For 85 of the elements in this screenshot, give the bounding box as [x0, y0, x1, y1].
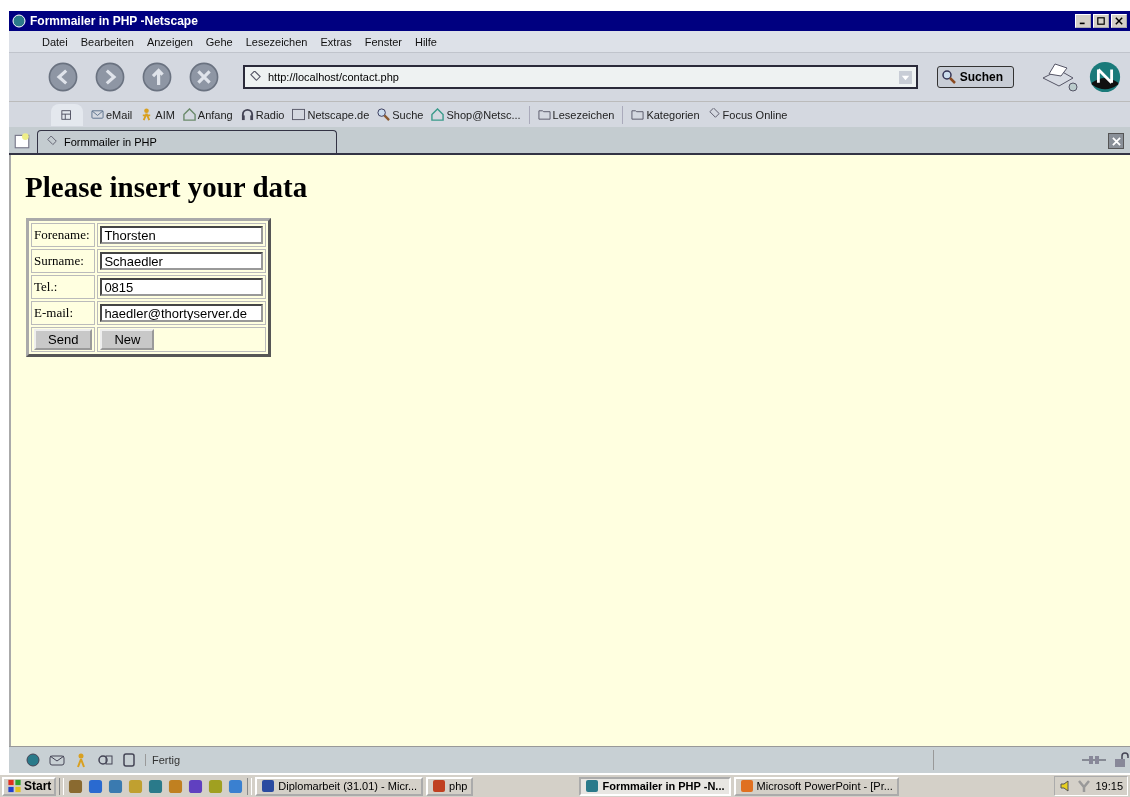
status-text: Fertig	[145, 754, 181, 766]
bookmark-item[interactable]: Focus Online	[707, 108, 788, 121]
close-tab-button[interactable]	[1108, 133, 1124, 149]
new-tab-icon[interactable]	[13, 132, 31, 150]
taskbar-button[interactable]: Microsoft PowerPoint - [Pr...	[733, 776, 899, 796]
bookmark-icon	[249, 70, 262, 84]
bookmark-item[interactable]: Shop@Netsc...	[431, 108, 521, 121]
app-icon	[739, 779, 754, 793]
bookmark-item[interactable]: AIM	[140, 108, 175, 121]
quick-launch-icon[interactable]	[168, 778, 184, 794]
mail-icon[interactable]	[49, 752, 65, 768]
app-icon	[261, 779, 276, 793]
bookmark-item[interactable]: Radio	[240, 108, 285, 121]
clock: 19:15	[1095, 780, 1123, 792]
form-button[interactable]: New	[100, 329, 155, 350]
envelope-icon	[91, 108, 104, 121]
input-field[interactable]: Thorsten	[100, 226, 264, 244]
globe-icon	[12, 14, 26, 28]
window-title: Formmailer in PHP -Netscape	[30, 14, 198, 28]
page-icon[interactable]	[121, 752, 137, 768]
search-icon	[377, 108, 391, 121]
windows-logo-icon	[7, 779, 22, 793]
input-field[interactable]: 0815	[100, 278, 264, 296]
start-button[interactable]: Start	[2, 776, 57, 796]
form-button[interactable]: Send	[34, 329, 93, 350]
page-heading: Please insert your data	[25, 171, 309, 204]
search-icon	[941, 70, 956, 84]
frame-icon	[292, 108, 306, 121]
logo-icon[interactable]	[1088, 60, 1122, 94]
search-button[interactable]: Suchen	[936, 66, 1014, 88]
bookmark-item[interactable]: eMail	[91, 108, 133, 121]
app-icon	[432, 779, 447, 793]
bookmark-icon	[46, 136, 58, 148]
menu-item[interactable]: Extras	[320, 35, 352, 48]
back-icon[interactable]	[47, 61, 79, 93]
bookmark-item[interactable]: Anfang	[182, 108, 233, 121]
field-label: E-mail:	[31, 301, 96, 325]
close-button[interactable]	[1111, 14, 1127, 28]
quick-launch-icon[interactable]	[148, 778, 164, 794]
menu-item[interactable]: Lesezeichen	[245, 35, 308, 48]
connection-icon	[1082, 754, 1106, 766]
house-icon	[182, 108, 196, 121]
folder-icon	[537, 108, 551, 121]
app-icon	[585, 779, 600, 793]
maximize-icon	[1097, 17, 1105, 25]
input-field[interactable]: haedler@thortyserver.de	[100, 304, 264, 322]
url-field[interactable]: http://localhost/contact.php	[243, 65, 918, 89]
quick-launch-icon[interactable]	[228, 778, 244, 794]
close-icon	[1115, 17, 1123, 25]
forward-icon[interactable]	[94, 61, 126, 93]
quick-launch-icon[interactable]	[188, 778, 204, 794]
menu-item[interactable]: Hilfe	[414, 35, 437, 48]
padlock-icon	[1114, 752, 1130, 768]
field-label: Surname:	[31, 249, 96, 273]
toolbar-tab[interactable]	[51, 103, 83, 126]
bookmark-icon	[707, 108, 721, 121]
globe-icon[interactable]	[25, 752, 41, 768]
quick-launch-icon[interactable]	[88, 778, 104, 794]
menu-item[interactable]: Bearbeiten	[80, 35, 134, 48]
field-label: Tel.:	[31, 275, 96, 299]
taskbar-button[interactable]: Diplomarbeit (31.01) - Micr...	[255, 776, 424, 796]
menu-item[interactable]: Anzeigen	[146, 35, 193, 48]
taskbar-button[interactable]: php	[426, 776, 474, 796]
bookmark-item[interactable]: Kategorien	[631, 108, 700, 121]
maximize-button[interactable]	[1093, 14, 1109, 28]
layout-icon	[61, 108, 73, 121]
browser-tab[interactable]: Formmailer in PHP	[37, 130, 337, 153]
stop-icon[interactable]	[188, 61, 220, 93]
quick-launch-icon[interactable]	[68, 778, 84, 794]
field-label: Forename:	[31, 223, 96, 247]
reload-icon[interactable]	[141, 61, 173, 93]
bookmark-item[interactable]: Netscape.de	[292, 108, 370, 121]
taskbar-button[interactable]: Formmailer in PHP -N...	[579, 776, 731, 796]
minimize-button[interactable]	[1075, 14, 1091, 28]
input-field[interactable]: Schaedler	[100, 252, 264, 270]
bookmark-item[interactable]: Suche	[377, 108, 424, 121]
headphones-icon	[240, 108, 254, 121]
menu-item[interactable]: Datei	[42, 35, 68, 48]
folder-icon	[631, 108, 645, 121]
quick-launch-icon[interactable]	[108, 778, 124, 794]
menu-item[interactable]: Gehe	[205, 35, 233, 48]
bookmark-item[interactable]: Lesezeichen	[537, 108, 615, 121]
close-icon	[1111, 136, 1121, 146]
menu-item[interactable]: Fenster	[364, 35, 402, 48]
house-icon	[431, 108, 445, 121]
